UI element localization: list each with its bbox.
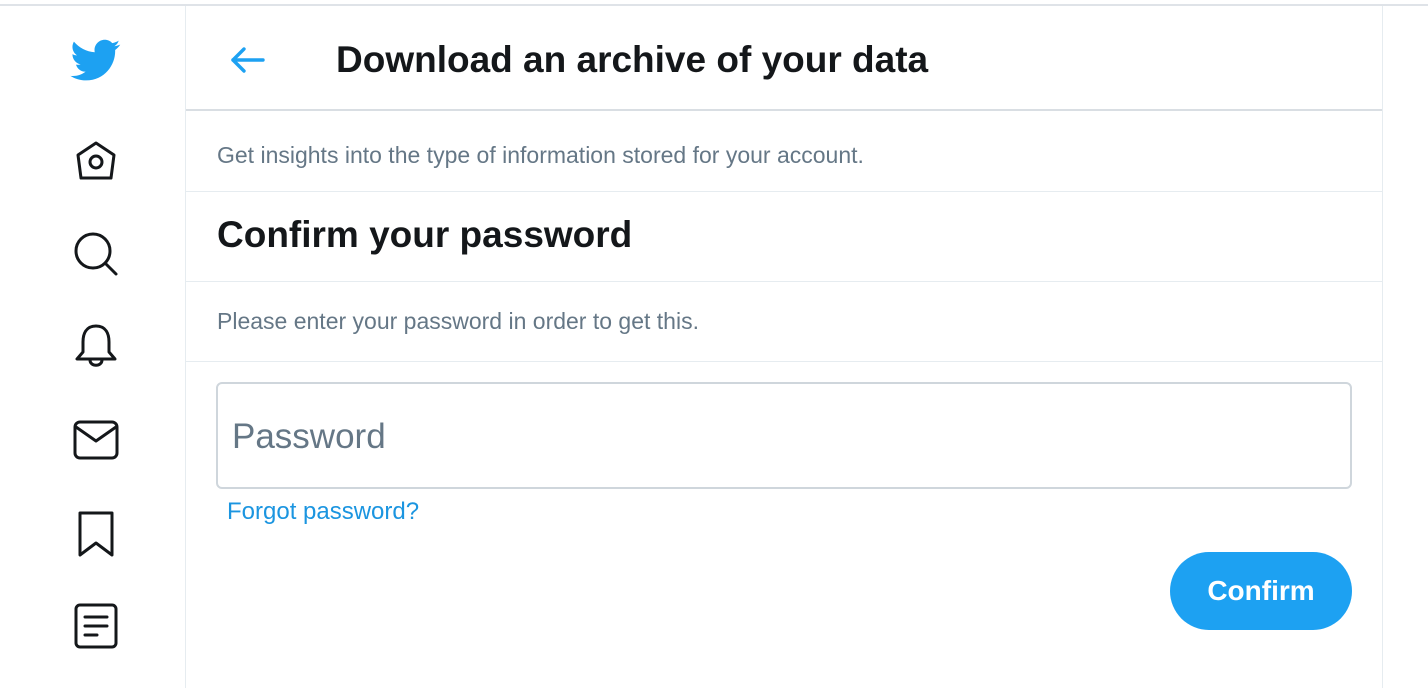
search-icon[interactable] [70,228,122,280]
password-input[interactable] [230,408,1334,466]
twitter-logo-icon[interactable] [70,34,122,86]
lists-icon[interactable] [70,600,122,652]
notifications-bell-icon[interactable] [70,320,122,372]
instructions-section: Please enter your password in order to g… [186,282,1382,362]
password-field[interactable] [216,382,1352,489]
back-button[interactable] [222,36,274,84]
subtitle-section: Get insights into the type of informatio… [186,111,1382,192]
page-header: Download an archive of your data [186,6,1382,111]
messages-envelope-icon[interactable] [70,414,122,466]
home-icon[interactable] [70,135,122,187]
bookmark-icon[interactable] [70,508,122,560]
sidebar-nav [0,6,186,688]
arrow-left-icon [231,47,265,73]
confirm-heading-section: Confirm your password [186,192,1382,282]
subtitle-text: Get insights into the type of informatio… [217,142,864,168]
confirm-button[interactable]: Confirm [1170,552,1352,630]
page-title: Download an archive of your data [336,39,929,80]
instructions-text: Please enter your password in order to g… [217,308,699,334]
confirm-heading: Confirm your password [217,214,633,255]
main-column: Download an archive of your data Get ins… [186,6,1383,688]
forgot-password-link[interactable]: Forgot password? [227,498,419,526]
